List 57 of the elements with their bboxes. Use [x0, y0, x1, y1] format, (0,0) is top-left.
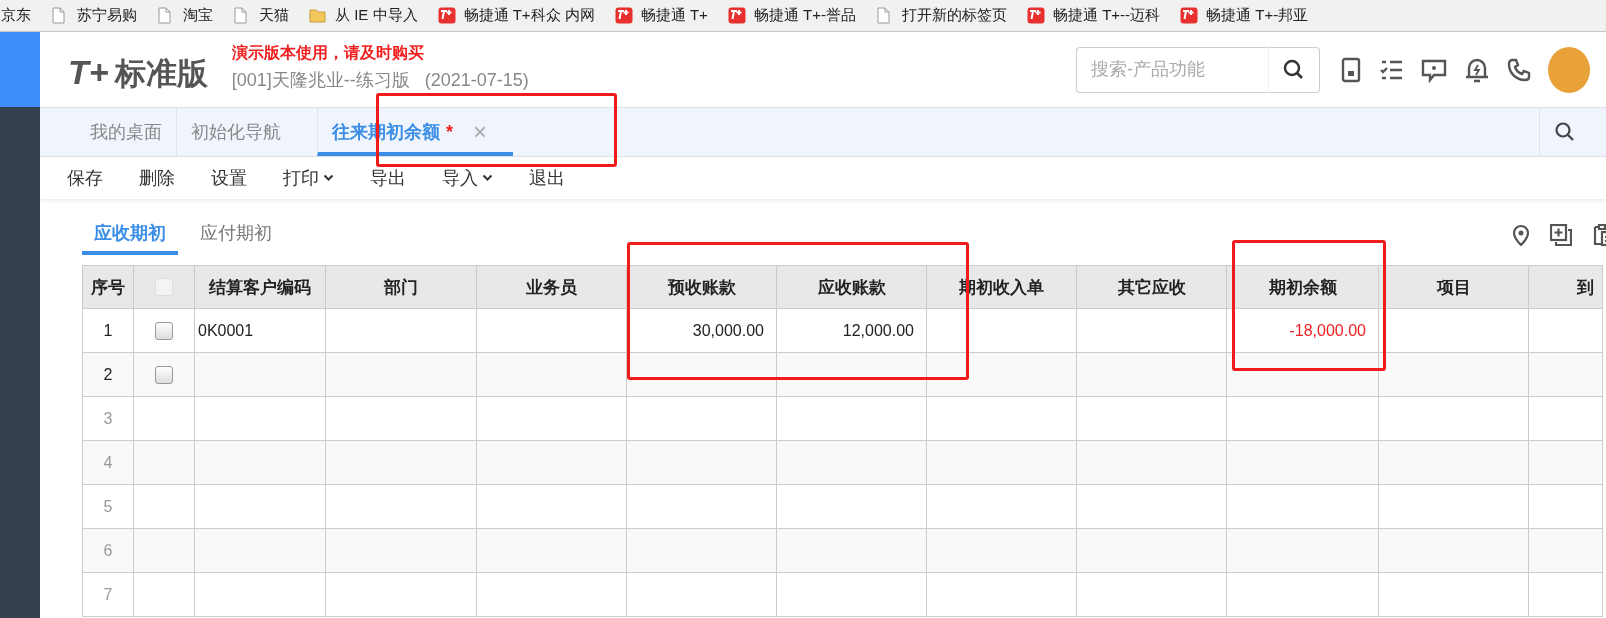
toolbar-button[interactable]: 导出	[363, 164, 413, 192]
app-icon	[727, 7, 746, 24]
search-field[interactable]: 搜索-产品功能	[1076, 46, 1268, 93]
column-header: 结算客户编码	[195, 266, 326, 309]
add-copy-icon[interactable]	[1550, 224, 1572, 246]
app-icon	[437, 7, 456, 24]
row-number: 2	[83, 353, 134, 397]
app-icon	[1026, 7, 1045, 24]
toolbar-button[interactable]: 导入	[435, 164, 500, 192]
search-icon[interactable]	[1554, 121, 1576, 143]
search-button[interactable]	[1268, 46, 1320, 93]
column-header: 其它应收	[1077, 266, 1227, 309]
column-header: 期初余额	[1227, 266, 1379, 309]
bookmark-link[interactable]: 从 IE 中导入	[335, 6, 418, 25]
bookmark-link[interactable]: 天猫	[259, 6, 289, 25]
checkbox[interactable]	[155, 365, 173, 384]
row-number: 6	[83, 529, 134, 573]
column-header: 预收账款	[627, 266, 777, 309]
toolbar-button[interactable]: 打印	[276, 164, 341, 192]
checkbox[interactable]	[155, 321, 173, 340]
table-cell	[134, 529, 195, 573]
account-info: [001]天隆兆业--练习版 (2021-07-15)	[231, 69, 529, 92]
bookmark-link[interactable]: 畅捷通 T+--迈科	[1052, 6, 1161, 25]
toolbar-button[interactable]: 删除	[132, 164, 182, 192]
column-header: 应收账款	[777, 266, 927, 309]
bookmark-link[interactable]: 京东	[1, 6, 31, 25]
row-number: 7	[83, 573, 134, 617]
column-header: 项目	[1379, 266, 1529, 309]
logo-mark: T+	[68, 52, 109, 92]
phone-icon[interactable]	[1506, 56, 1532, 83]
column-header: 序号	[83, 266, 134, 309]
product-name: 标准版	[114, 54, 208, 93]
bookmark-link[interactable]: 畅捷通 T+-邦亚	[1206, 6, 1309, 25]
row-number: 4	[83, 441, 134, 485]
bookmark-link[interactable]: 苏宁易购	[77, 6, 137, 25]
tab[interactable]: 应付期初	[188, 221, 284, 255]
bookmark-link[interactable]: 畅捷通 T+	[640, 6, 708, 25]
column-header: 业务员	[477, 266, 627, 309]
column-header: 部门	[326, 266, 477, 309]
folder-icon	[309, 7, 327, 24]
table-cell	[134, 573, 195, 617]
toolbar-button[interactable]: 设置	[204, 164, 254, 192]
toolbar-button[interactable]: 保存	[60, 164, 110, 192]
bookmark-link[interactable]: 淘宝	[183, 6, 213, 25]
location-pin-icon[interactable]	[1512, 224, 1530, 246]
column-header: 到	[1529, 266, 1603, 309]
toolbar-button[interactable]: 退出	[522, 164, 572, 192]
bookmark-link[interactable]: 畅捷通 T+-誉品	[753, 6, 856, 25]
bookmark-link[interactable]: 畅捷通 T+科众 内网	[463, 6, 595, 25]
table-cell	[134, 441, 195, 485]
demo-notice: 演示版本使用，请及时购买	[231, 43, 425, 63]
bookmark-link[interactable]: 打开新的标签页	[901, 6, 1007, 25]
app-icon	[614, 7, 633, 24]
app-icon	[1180, 7, 1199, 24]
calculator-icon[interactable]	[1340, 56, 1362, 83]
caret-icon	[482, 174, 493, 182]
caret-icon	[323, 174, 334, 182]
